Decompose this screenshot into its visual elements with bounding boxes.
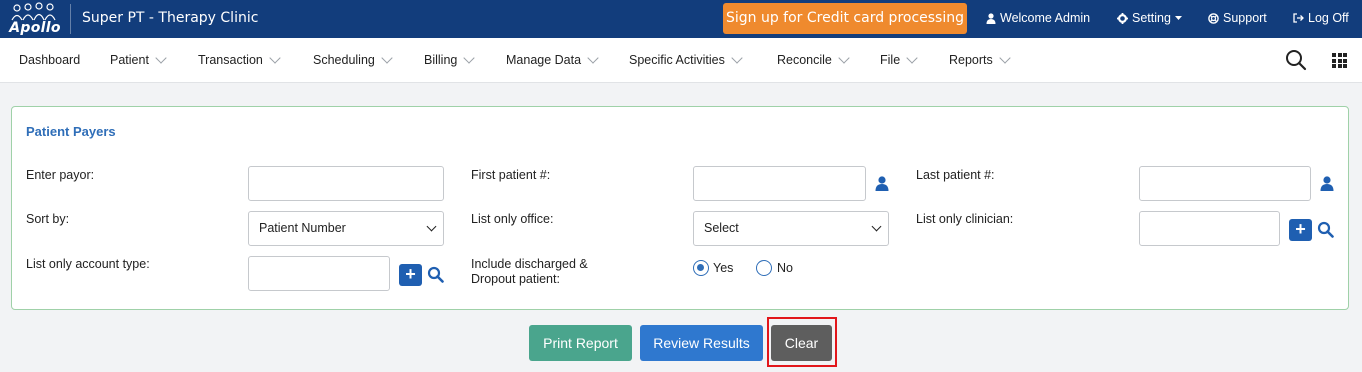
- nav-label: Scheduling: [313, 53, 375, 67]
- search-icon[interactable]: [1317, 221, 1334, 238]
- nav-specific-activities[interactable]: Specific Activities: [629, 52, 743, 67]
- payor-label: Enter payor:: [26, 168, 95, 182]
- yes-label[interactable]: Yes: [713, 261, 733, 275]
- office-value: Select: [704, 221, 739, 235]
- sort-by-value: Patient Number: [259, 221, 346, 235]
- apps-grid-icon[interactable]: [1332, 53, 1347, 68]
- nav-label: Reports: [949, 53, 993, 67]
- nav-label: Billing: [424, 53, 458, 67]
- add-clinician-button[interactable]: +: [1289, 219, 1312, 241]
- nav-transaction[interactable]: Transaction: [198, 52, 281, 67]
- nav-label: Reconcile: [777, 53, 832, 67]
- office-label: List only office:: [471, 212, 554, 226]
- nav-reconcile[interactable]: Reconcile: [777, 52, 850, 67]
- review-results-button[interactable]: Review Results: [640, 325, 763, 361]
- logo-text: Apollo: [9, 20, 61, 36]
- app-title: Super PT - Therapy Clinic: [82, 10, 259, 26]
- nav-scheduling[interactable]: Scheduling: [313, 52, 393, 67]
- no-label[interactable]: No: [777, 261, 793, 275]
- last-patient-label: Last patient #:: [916, 168, 995, 182]
- support-label: Support: [1223, 11, 1267, 25]
- nav-patient[interactable]: Patient: [110, 52, 167, 67]
- nav-label: Transaction: [198, 53, 263, 67]
- sign-out-icon: [1293, 13, 1304, 23]
- nav-billing[interactable]: Billing: [424, 52, 476, 67]
- clinician-label: List only clinician:: [916, 212, 1014, 226]
- nav-reports[interactable]: Reports: [949, 52, 1011, 67]
- people-logo-icon: [11, 2, 56, 21]
- nav-label: Manage Data: [506, 53, 582, 67]
- yes-radio[interactable]: [693, 260, 709, 276]
- chevron-down-icon: [906, 52, 918, 64]
- patient-lookup-icon[interactable]: [875, 176, 889, 191]
- chevron-down-icon: [999, 52, 1011, 64]
- setting-label: Setting: [1132, 11, 1171, 25]
- welcome-admin-link[interactable]: Welcome Admin: [986, 11, 1090, 25]
- chevron-down-icon: [731, 52, 743, 64]
- discharged-label-line1: Include discharged &: [471, 257, 588, 271]
- nav-label: Specific Activities: [629, 53, 725, 67]
- discharged-label: Include discharged & Dropout patient:: [471, 257, 588, 287]
- credit-card-signup-button[interactable]: Sign up for Credit card processing: [723, 3, 967, 34]
- chevron-down-icon: [463, 52, 476, 64]
- panel-title: Patient Payers: [26, 124, 116, 139]
- header-divider: [70, 4, 71, 34]
- clear-button[interactable]: Clear: [771, 325, 832, 361]
- nav-label: Patient: [110, 53, 149, 67]
- log-off-link[interactable]: Log Off: [1293, 11, 1349, 25]
- patient-payers-panel: Patient Payers Enter payor: First patien…: [11, 106, 1349, 310]
- support-link[interactable]: Support: [1208, 11, 1267, 25]
- print-report-button[interactable]: Print Report: [529, 325, 632, 361]
- nav-label: File: [880, 53, 901, 67]
- sort-by-label: Sort by:: [26, 212, 70, 226]
- chevron-down-icon: [871, 221, 882, 232]
- account-type-input[interactable]: [248, 256, 390, 291]
- office-select[interactable]: Select: [693, 211, 889, 246]
- search-icon[interactable]: [427, 266, 444, 283]
- chevron-down-icon: [381, 52, 393, 64]
- nav-manage-data[interactable]: Manage Data: [506, 52, 599, 67]
- clinician-input[interactable]: [1139, 211, 1280, 246]
- top-bar: Apollo Super PT - Therapy Clinic Sign up…: [0, 0, 1362, 38]
- log-off-label: Log Off: [1308, 11, 1349, 25]
- chevron-down-icon: [587, 52, 599, 64]
- chevron-down-icon: [155, 52, 167, 64]
- add-account-type-button[interactable]: +: [399, 264, 422, 286]
- patient-lookup-icon[interactable]: [1320, 176, 1334, 191]
- nav-label: Dashboard: [19, 53, 81, 67]
- last-patient-input[interactable]: [1139, 166, 1311, 201]
- discharged-label-line2: Dropout patient:: [471, 272, 560, 286]
- nav-dashboard[interactable]: Dashboard: [19, 53, 80, 67]
- gear-icon: [1117, 12, 1128, 24]
- chevron-down-icon: [838, 52, 850, 64]
- first-patient-input[interactable]: [693, 166, 866, 201]
- nav-file[interactable]: File: [880, 52, 918, 67]
- first-patient-label: First patient #:: [471, 168, 551, 182]
- apollo-logo[interactable]: Apollo: [8, 2, 62, 36]
- search-icon[interactable]: [1285, 49, 1307, 71]
- payor-input[interactable]: [248, 166, 444, 201]
- caret-down-icon: [1174, 15, 1182, 20]
- user-icon: [986, 12, 996, 24]
- main-nav: Dashboard Patient Transaction Scheduling…: [0, 38, 1362, 83]
- chevron-down-icon: [426, 221, 437, 232]
- account-type-label: List only account type:: [26, 257, 150, 271]
- lifebuoy-icon: [1208, 12, 1219, 24]
- welcome-label: Welcome Admin: [1000, 11, 1091, 25]
- no-radio[interactable]: [756, 260, 772, 276]
- sort-by-select[interactable]: Patient Number: [248, 211, 444, 246]
- chevron-down-icon: [269, 52, 281, 64]
- setting-menu[interactable]: Setting: [1117, 11, 1182, 25]
